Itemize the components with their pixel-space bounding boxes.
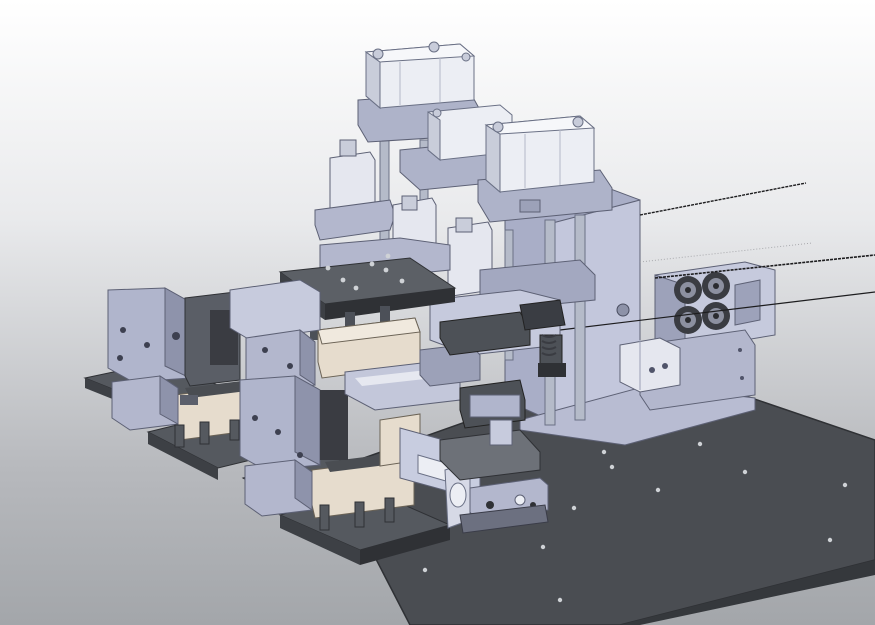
roller-wheel-1 bbox=[674, 276, 702, 304]
front-gripper-block bbox=[239, 375, 348, 471]
roller-wheel-3 bbox=[674, 306, 702, 334]
roller-wheel-2 bbox=[702, 272, 730, 300]
left-gripper-block bbox=[107, 287, 191, 383]
roller-wheel-4 bbox=[702, 302, 730, 330]
side-cylinder bbox=[619, 337, 681, 393]
front-stepper-motor bbox=[244, 459, 313, 517]
machine-model bbox=[83, 41, 875, 625]
pneumatic-cylinder-3 bbox=[477, 115, 613, 223]
cad-viewport[interactable] bbox=[0, 0, 875, 625]
